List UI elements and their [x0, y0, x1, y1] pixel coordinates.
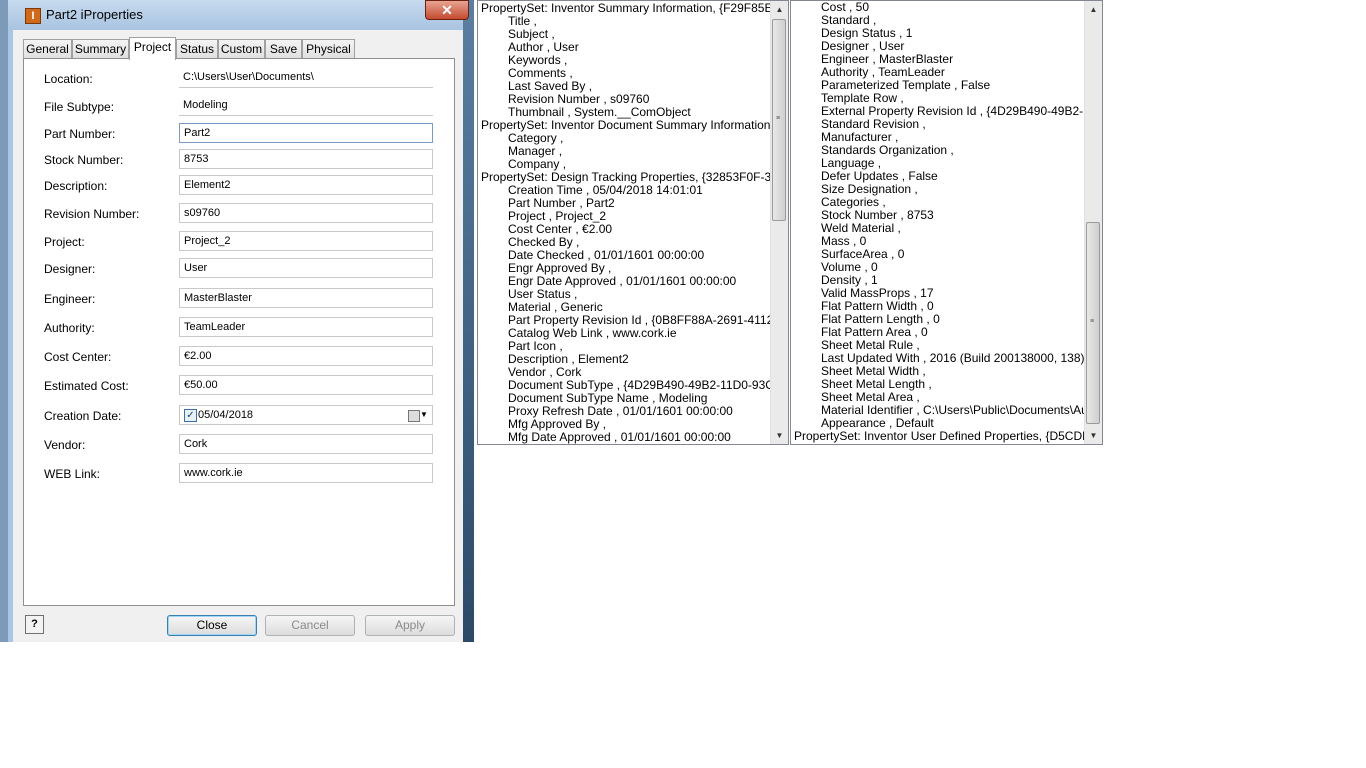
authority-label: Authority: — [44, 321, 95, 335]
property-list-left[interactable]: PropertySet: Inventor Summary Informatio… — [477, 0, 789, 445]
inventor-app-icon: I — [25, 8, 41, 24]
creation-date-label: Creation Date: — [44, 409, 122, 423]
estimated-cost-input[interactable]: €50.00 — [179, 375, 433, 395]
apply-button[interactable]: Apply — [365, 615, 455, 636]
vendor-input[interactable]: Cork — [179, 434, 433, 454]
revision-number-input[interactable]: s09760 — [179, 203, 433, 223]
project-label: Project: — [44, 235, 85, 249]
scroll-down-icon[interactable]: ▼ — [1085, 427, 1102, 444]
scroll-down-icon[interactable]: ▼ — [771, 427, 788, 444]
project-input[interactable]: Project_2 — [179, 231, 433, 251]
cancel-button[interactable]: Cancel — [265, 615, 355, 636]
description-input[interactable]: Element2 — [179, 175, 433, 195]
vertical-scrollbar[interactable]: ▲ ≡ ▼ — [1084, 1, 1102, 444]
property-list-right[interactable]: Cost , 50 Standard , Design Status , 1 Desi… — [790, 0, 1103, 445]
dialog-client-area: General Summary Project Status Custom Sa… — [13, 30, 463, 642]
tab-project[interactable]: Project — [129, 37, 176, 60]
tab-summary[interactable]: Summary — [72, 39, 129, 58]
vertical-scrollbar[interactable]: ▲ ≡ ▼ — [770, 1, 788, 444]
window-edge-left — [0, 0, 8, 642]
tab-custom[interactable]: Custom — [218, 39, 265, 58]
dialog-title: Part2 iProperties — [46, 7, 143, 22]
description-label: Description: — [44, 179, 108, 193]
tab-status[interactable]: Status — [176, 39, 218, 58]
scroll-thumb[interactable]: ≡ — [1086, 222, 1100, 424]
property-entry[interactable]: Mfg Date Approved , 01/01/1601 00:00:00 — [508, 431, 731, 444]
grip-icon: ≡ — [776, 115, 781, 122]
revision-number-label: Revision Number: — [44, 207, 140, 221]
help-icon[interactable]: ? — [25, 615, 44, 634]
part-number-input[interactable]: Part2 — [179, 123, 433, 143]
engineer-label: Engineer: — [44, 292, 96, 306]
scroll-thumb[interactable]: ≡ — [772, 19, 786, 221]
grip-icon: ≡ — [1090, 318, 1095, 325]
cost-center-input[interactable]: €2.00 — [179, 346, 433, 366]
property-set-header[interactable]: PropertySet: Inventor User Defined Prope… — [794, 430, 1102, 443]
estimated-cost-label: Estimated Cost: — [44, 379, 129, 393]
calendar-icon[interactable] — [408, 410, 420, 422]
creation-date-value: 05/04/2018 — [198, 409, 254, 421]
location-label: Location: — [44, 72, 93, 86]
designer-input[interactable]: User — [179, 258, 433, 278]
stock-number-input[interactable]: 8753 — [179, 149, 433, 169]
vendor-label: Vendor: — [44, 438, 86, 452]
chevron-down-icon[interactable]: ▼ — [420, 406, 428, 424]
tab-general[interactable]: General — [23, 39, 72, 58]
creation-date-picker[interactable]: ✓ 05/04/2018 ▼ — [179, 405, 433, 425]
part-number-label: Part Number: — [44, 127, 116, 141]
close-button[interactable]: Close — [167, 615, 257, 636]
title-bar[interactable]: I Part2 iProperties ✕ — [8, 0, 469, 30]
designer-label: Designer: — [44, 262, 96, 276]
creation-date-checkbox[interactable]: ✓ — [184, 409, 197, 422]
web-link-label: WEB Link: — [44, 467, 101, 481]
scroll-up-icon[interactable]: ▲ — [1085, 1, 1102, 18]
tab-save[interactable]: Save — [265, 39, 302, 58]
cost-center-label: Cost Center: — [44, 350, 112, 364]
authority-input[interactable]: TeamLeader — [179, 317, 433, 337]
scroll-up-icon[interactable]: ▲ — [771, 1, 788, 18]
location-field: C:\Users\User\Documents\ — [179, 68, 433, 88]
file-subtype-field: Modeling — [179, 96, 433, 116]
web-link-input[interactable]: www.cork.ie — [179, 463, 433, 483]
stock-number-label: Stock Number: — [44, 153, 124, 167]
engineer-input[interactable]: MasterBlaster — [179, 288, 433, 308]
tab-physical[interactable]: Physical — [302, 39, 355, 58]
window-edge-right — [463, 0, 474, 642]
project-tab-panel: Location: C:\Users\User\Documents\ File … — [23, 58, 455, 606]
close-window-button[interactable]: ✕ — [425, 0, 469, 20]
file-subtype-label: File Subtype: — [44, 100, 115, 114]
iproperties-dialog: I Part2 iProperties ✕ General Summary Pr… — [0, 0, 474, 642]
